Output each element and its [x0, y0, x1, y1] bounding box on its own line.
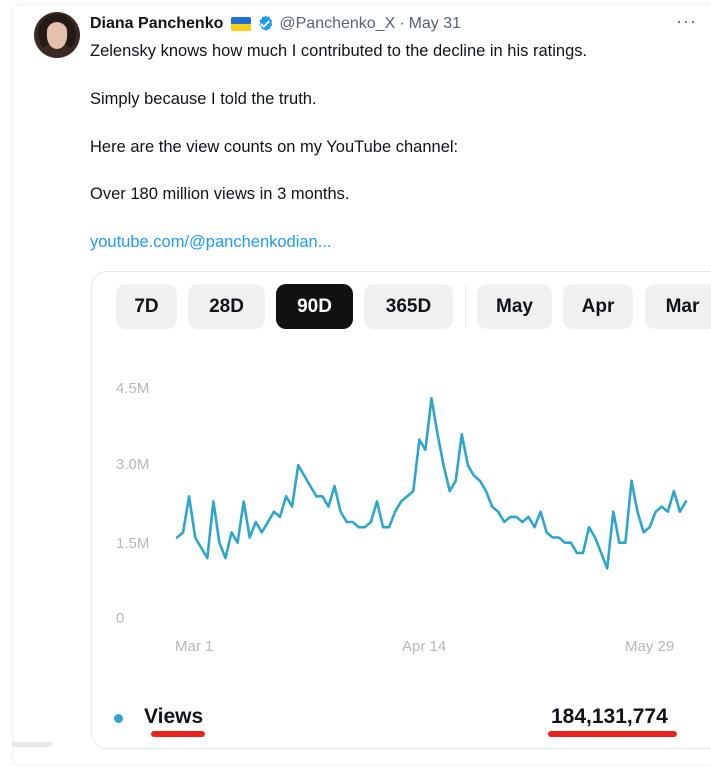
- y-tick-label: 1.5M: [116, 535, 149, 552]
- views-chart: 4.5M 3.0M 1.5M 0 Mar 1 Apr 14 May 29: [116, 380, 688, 655]
- views-series-line: [175, 396, 688, 570]
- y-tick-label: 3.0M: [116, 456, 149, 473]
- x-tick-label: Mar 1: [175, 638, 213, 655]
- views-legend-dot: [114, 714, 123, 723]
- y-tick-label: 0: [116, 610, 124, 627]
- x-tick-label: Apr 14: [402, 638, 446, 655]
- total-views: 184,131,774: [551, 705, 668, 728]
- views-legend-label: Views: [144, 705, 204, 728]
- y-tick-label: 4.5M: [116, 380, 149, 397]
- views-red-underline: [151, 731, 205, 737]
- total-red-underline: [548, 731, 677, 737]
- x-tick-label: May 29: [625, 638, 674, 655]
- bottom-edge: [12, 742, 52, 747]
